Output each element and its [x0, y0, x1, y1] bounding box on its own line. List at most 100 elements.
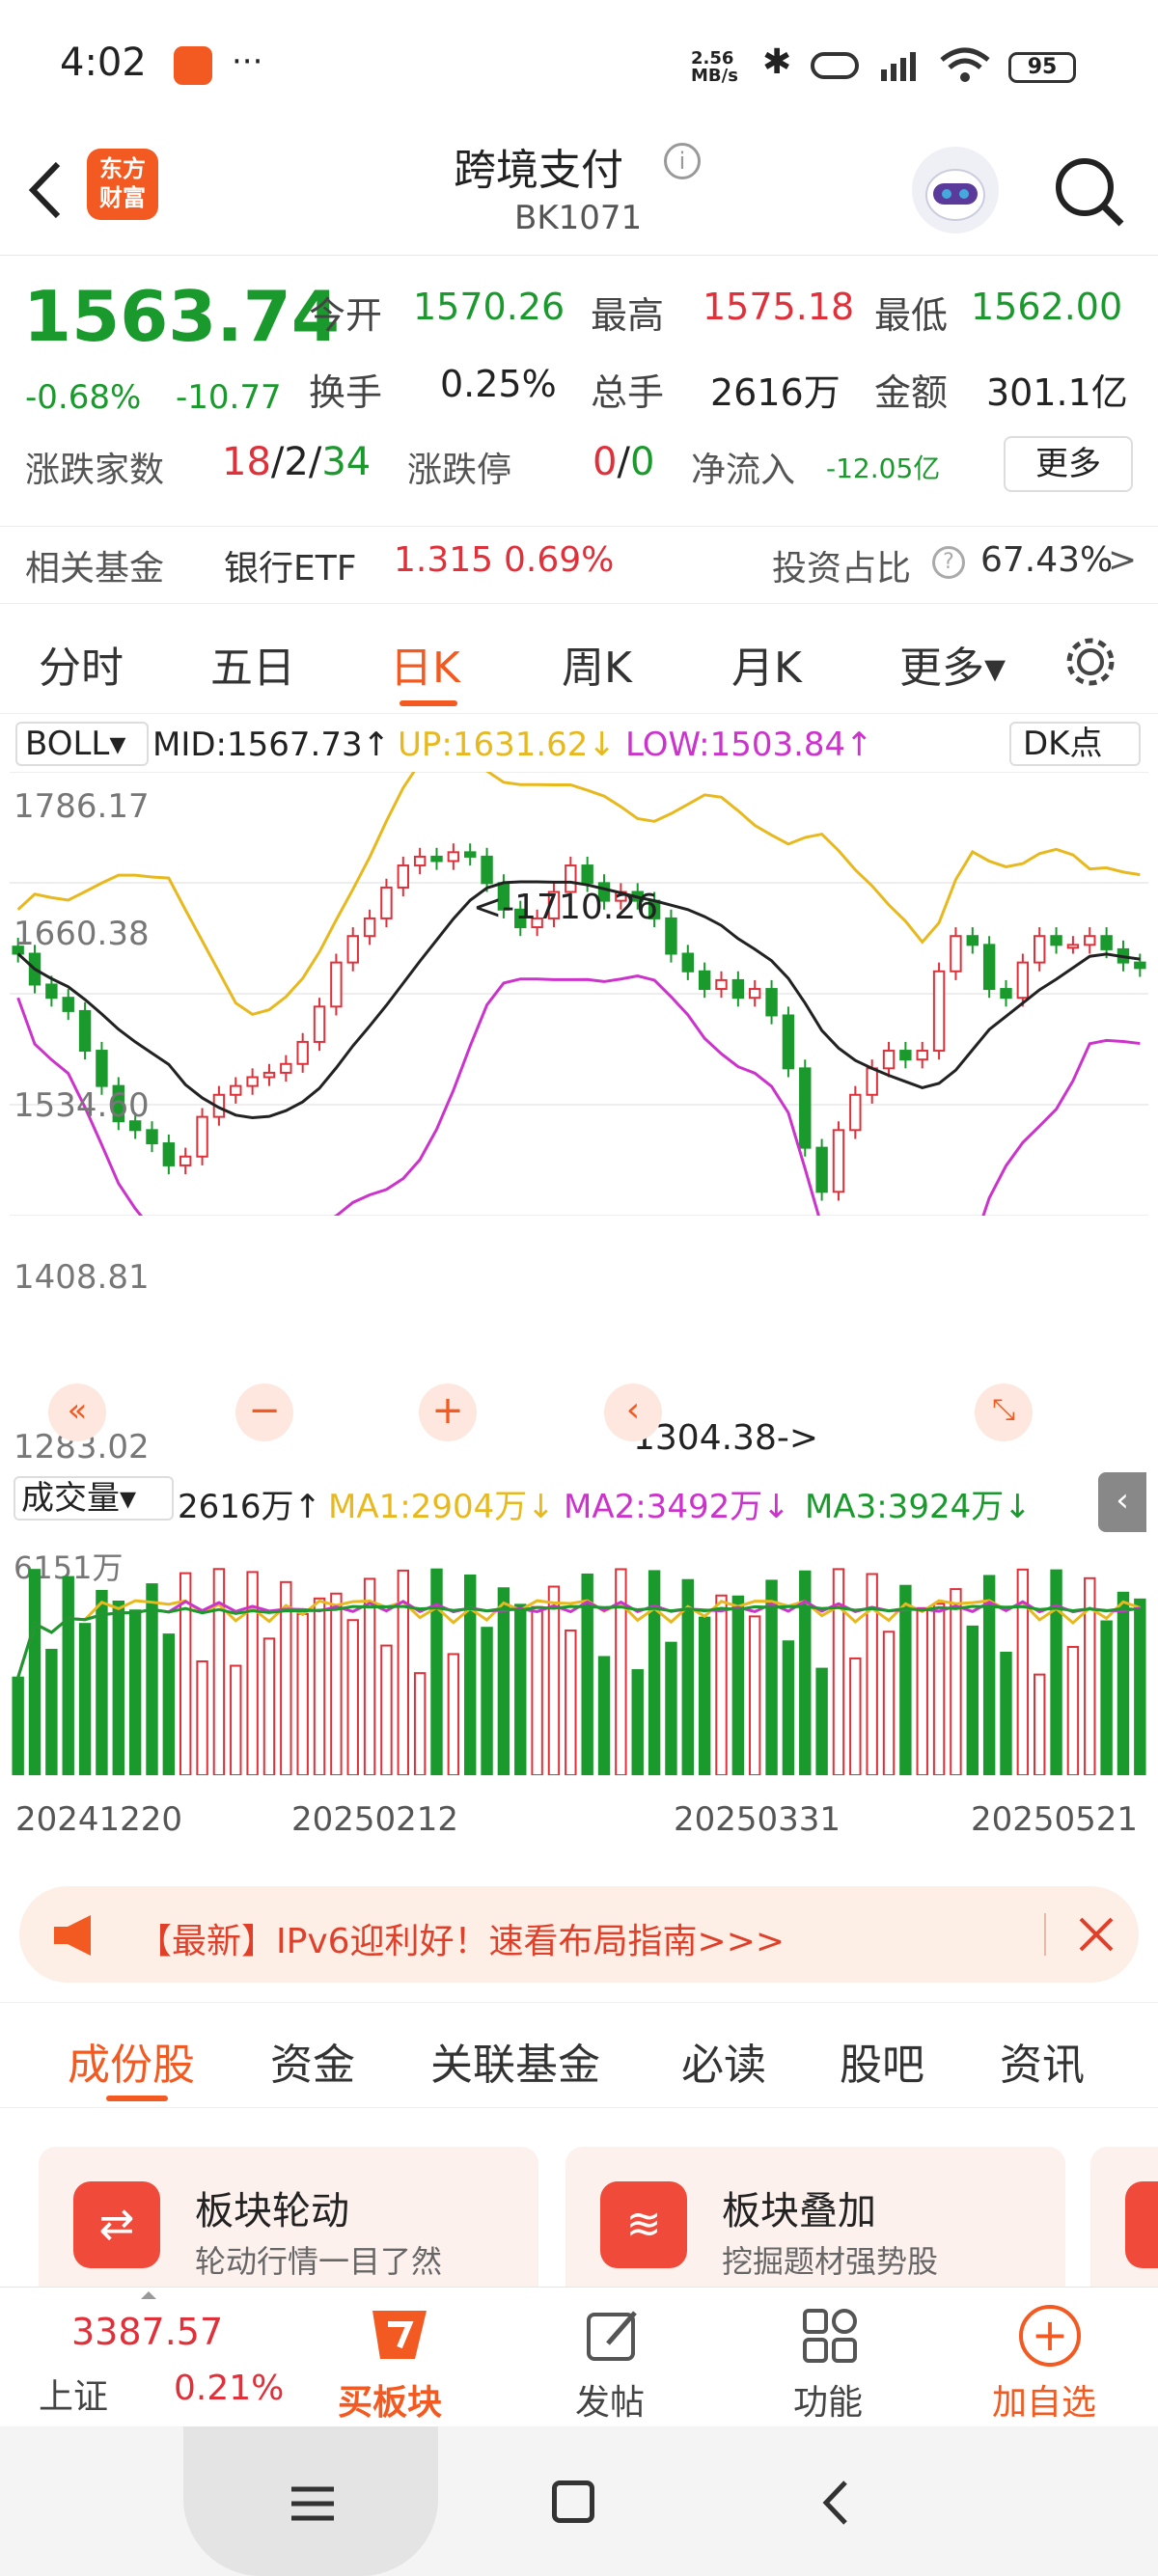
- candle: [899, 1050, 912, 1061]
- boll-low: LOW:1503.84↑: [625, 726, 873, 764]
- volume-bar: [380, 1644, 393, 1775]
- tab-related-funds[interactable]: 关联基金: [430, 2030, 600, 2092]
- volume-chart[interactable]: [10, 1534, 1148, 1775]
- volume-bar: [28, 1569, 41, 1775]
- card-title: 板块轮动: [195, 2189, 349, 2233]
- candle: [45, 983, 58, 1000]
- volume-bar: [212, 1568, 226, 1775]
- section-tabs: 成份股 资金 关联基金 必读 股吧 资讯: [0, 2002, 1158, 2108]
- related-fund-row[interactable]: 相关基金 银行ETF 1.315 0.69% 投资占比 ? 67.43% >: [0, 526, 1158, 593]
- more-button[interactable]: 更多: [1004, 436, 1133, 492]
- candle: [230, 1084, 242, 1096]
- candle: [78, 1009, 92, 1053]
- candle: [1134, 961, 1146, 970]
- back-nav-icon[interactable]: [816, 2479, 855, 2527]
- status-time: 4:02: [60, 41, 147, 85]
- back-icon[interactable]: [21, 156, 69, 224]
- search-icon[interactable]: [1050, 152, 1127, 230]
- promo-banner[interactable]: 【最新】IPv6迎利好！速看布局指南>>>: [19, 1886, 1139, 1983]
- tab-weekly-k[interactable]: 周K: [562, 633, 632, 695]
- index-name[interactable]: 上证: [39, 2369, 108, 2419]
- volume-bar: [882, 1631, 896, 1775]
- volume-selector[interactable]: 成交量▾: [14, 1476, 174, 1521]
- index-pct[interactable]: 0.21%: [174, 2369, 284, 2408]
- open-value: 1570.26: [413, 286, 565, 328]
- tab-five-day[interactable]: 五日: [210, 633, 295, 695]
- tab-intraday[interactable]: 分时: [39, 633, 124, 695]
- tab-funds-flow[interactable]: 资金: [270, 2030, 355, 2092]
- add-watchlist-icon[interactable]: +: [1019, 2305, 1081, 2367]
- settings-gear-icon[interactable]: [1062, 633, 1119, 691]
- candle: [782, 1014, 795, 1070]
- post-label[interactable]: 发帖: [575, 2374, 645, 2425]
- volume-bar: [832, 1568, 845, 1775]
- volume-bar: [899, 1584, 912, 1775]
- fullscreen-icon[interactable]: ⤡: [975, 1384, 1033, 1441]
- buy-sector-icon[interactable]: [359, 2301, 438, 2369]
- page-title: 跨境支付: [454, 146, 623, 195]
- tab-constituents[interactable]: 成份股: [68, 2030, 195, 2092]
- close-icon[interactable]: [1075, 1913, 1117, 1956]
- tab-daily-k[interactable]: 日K: [390, 633, 460, 695]
- kline-chart-area[interactable]: BOLL▾ MID:1567.73↑ UP:1631.62↓ LOW:1503.…: [0, 714, 1158, 1872]
- volume-bar: [631, 1669, 644, 1775]
- rotation-icon: ⇄: [73, 2181, 160, 2268]
- tab-forum[interactable]: 股吧: [840, 2030, 924, 2092]
- volume-bar: [262, 1637, 276, 1775]
- volume-ma1: MA1:2904万↓: [328, 1488, 555, 1526]
- tab-monthly-k[interactable]: 月K: [731, 633, 802, 695]
- caret-up-icon: [141, 2291, 156, 2299]
- tab-news[interactable]: 资讯: [1000, 2030, 1085, 2092]
- updown-counts: 18/2/34: [222, 440, 372, 484]
- candle: [447, 851, 460, 863]
- volume-bar: [1134, 1598, 1146, 1775]
- banner-divider: [1044, 1913, 1046, 1956]
- top-nav: 东方 财富 跨境支付 i BK1071: [0, 135, 1158, 256]
- volume-bar: [230, 1664, 242, 1775]
- candle: [380, 886, 393, 919]
- candle: [397, 864, 409, 889]
- candlestick-chart[interactable]: [10, 772, 1148, 1216]
- home-icon[interactable]: [552, 2480, 594, 2523]
- functions-label[interactable]: 功能: [793, 2374, 863, 2425]
- zoom-out-icon[interactable]: −: [235, 1384, 293, 1441]
- candle: [866, 1067, 878, 1096]
- candle: [799, 1067, 812, 1149]
- volume-bar: [330, 1592, 343, 1775]
- collapse-panel-icon[interactable]: ‹: [1098, 1472, 1146, 1532]
- amount-label: 金额: [874, 371, 949, 414]
- candle: [832, 1129, 845, 1193]
- volume-value: 2616万: [710, 371, 841, 414]
- volume-bar: [430, 1568, 443, 1775]
- buy-sector-label[interactable]: 买板块: [338, 2374, 442, 2425]
- volume-bar: [296, 1612, 309, 1775]
- add-watchlist-label[interactable]: 加自选: [992, 2374, 1096, 2425]
- index-value[interactable]: 3387.57: [71, 2311, 223, 2353]
- high-marker: <-1710.26: [473, 888, 659, 927]
- post-edit-icon[interactable]: [585, 2307, 643, 2365]
- updown-label: 涨跌家数: [25, 451, 165, 490]
- zoom-in-icon[interactable]: +: [419, 1384, 477, 1441]
- jump-start-icon[interactable]: «: [48, 1384, 106, 1441]
- volume-bar: [648, 1570, 661, 1775]
- tab-more[interactable]: 更多▾: [899, 633, 1006, 695]
- tab-must-read[interactable]: 必读: [681, 2030, 766, 2092]
- y-tick-label: 1660.38: [14, 915, 150, 953]
- candle: [62, 997, 74, 1012]
- menu-icon[interactable]: [290, 2484, 336, 2523]
- scroll-left-icon[interactable]: ‹: [604, 1384, 662, 1441]
- indicator-selector[interactable]: BOLL▾: [15, 722, 149, 766]
- robot-assistant-icon[interactable]: [912, 147, 999, 233]
- fund-name: 银行ETF: [224, 549, 357, 589]
- info-icon[interactable]: i: [664, 143, 701, 179]
- functions-grid-icon[interactable]: [801, 2307, 859, 2365]
- volume-bar: [45, 1649, 58, 1775]
- net-speed: 2.56 MB/s: [691, 48, 738, 86]
- candle: [262, 1071, 276, 1079]
- help-icon[interactable]: ?: [932, 546, 965, 579]
- dk-point-button[interactable]: DK点: [1009, 722, 1141, 766]
- signal-icon: [873, 48, 931, 83]
- amount-value: 301.1亿: [986, 371, 1128, 414]
- candle: [1016, 961, 1030, 1000]
- volume-ma3: MA3:3924万↓: [805, 1488, 1032, 1526]
